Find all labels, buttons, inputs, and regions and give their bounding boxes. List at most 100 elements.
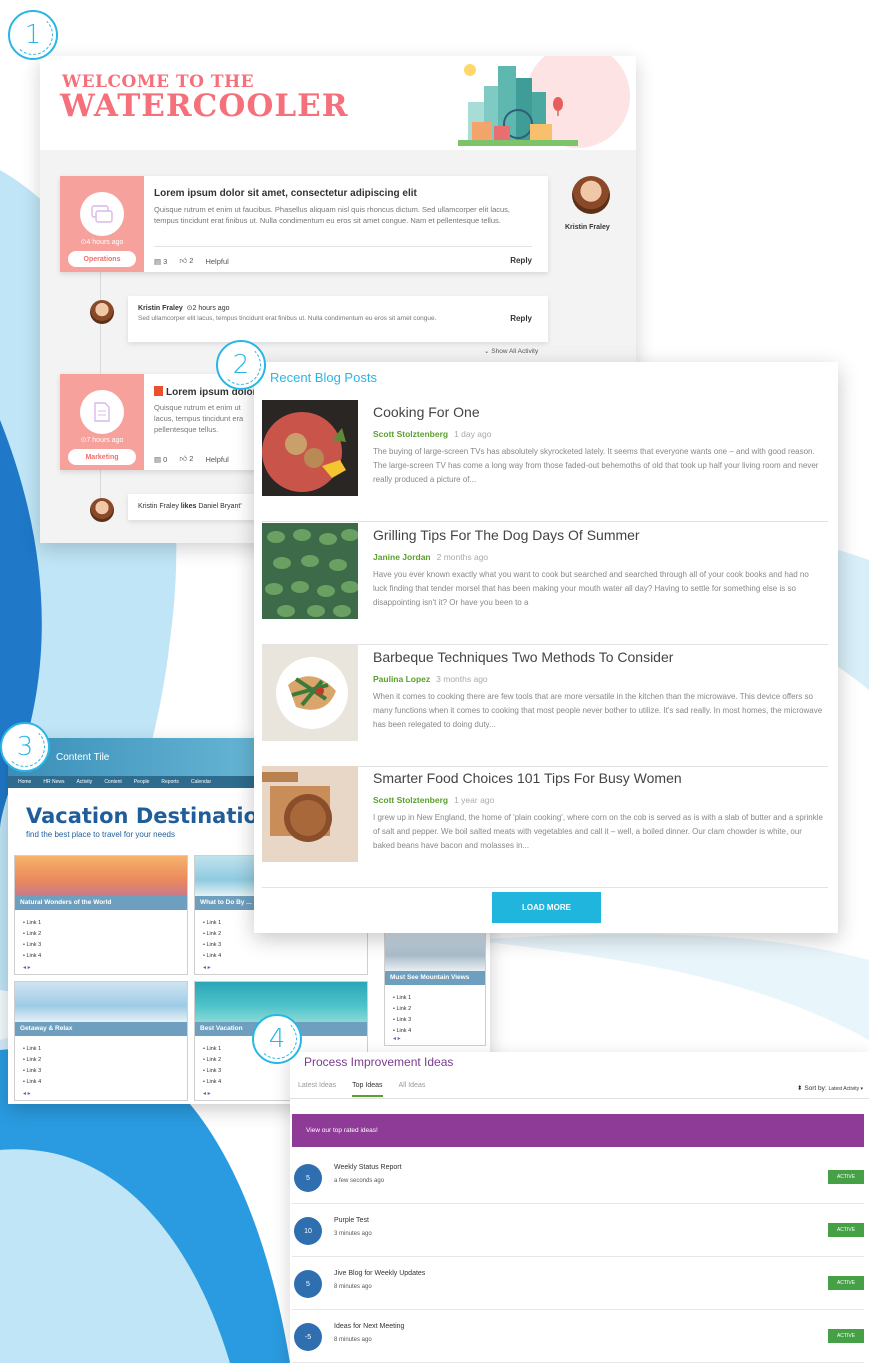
blog-thumbnail[interactable] — [262, 645, 358, 741]
nav-hr-news[interactable]: HR News — [43, 779, 64, 785]
activity-verb: likes — [180, 503, 197, 510]
pdf-icon — [154, 386, 163, 396]
reply-button[interactable]: Reply — [510, 256, 532, 265]
author-name[interactable]: Kristin Fraley — [565, 224, 610, 231]
tile-caption[interactable]: Must See Mountain Views — [385, 971, 485, 985]
post-card[interactable]: ⊙4 hours ago Operations Lorem ipsum dolo… — [60, 176, 548, 272]
tile-link[interactable]: Link 1 — [23, 1044, 41, 1055]
idea-row[interactable]: 5 Jive Blog for Weekly Updates 8 minutes… — [292, 1258, 864, 1310]
tile-link[interactable]: Link 2 — [23, 1055, 41, 1066]
avatar[interactable] — [90, 300, 114, 324]
tile-link[interactable]: Link 4 — [23, 951, 41, 962]
activity-target[interactable]: Daniel Bryant' — [198, 503, 241, 510]
tile-link[interactable]: Link 4 — [203, 1077, 221, 1088]
tile-caption[interactable]: Natural Wonders of the World — [15, 896, 187, 910]
destination-tile[interactable]: Must See Mountain Views Link 1 Link 2 Li… — [384, 930, 486, 1046]
tile-link[interactable]: Link 2 — [203, 929, 221, 940]
idea-row[interactable]: -5 Ideas for Next Meeting 8 minutes ago … — [292, 1311, 864, 1363]
helpful-button[interactable]: Helpful — [205, 257, 228, 266]
blog-author[interactable]: Janine Jordan — [373, 552, 431, 562]
avatar[interactable] — [572, 176, 610, 214]
nav-calendar[interactable]: Calendar — [191, 779, 211, 785]
tile-link[interactable]: Link 2 — [393, 1004, 411, 1015]
blog-title[interactable]: Cooking For One — [373, 404, 480, 420]
tile-link[interactable]: Link 1 — [203, 1044, 221, 1055]
tile-link[interactable]: Link 4 — [23, 1077, 41, 1088]
blog-post[interactable]: Barbeque Techniques Two Methods To Consi… — [262, 645, 828, 767]
vote-score[interactable]: 5 — [294, 1270, 322, 1298]
carousel-arrows[interactable]: ◂ ▸ — [203, 1090, 211, 1097]
nav-reports[interactable]: Reports — [161, 779, 179, 785]
carousel-arrows[interactable]: ◂ ▸ — [23, 964, 31, 971]
tile-link[interactable]: Link 1 — [393, 993, 411, 1004]
blog-excerpt: I grew up in New England, the home of 'p… — [373, 813, 823, 850]
load-more-button[interactable]: LOAD MORE — [492, 892, 601, 923]
promo-banner[interactable]: View our top rated ideas! — [292, 1114, 864, 1147]
nav-activity[interactable]: Activity — [76, 779, 92, 785]
tab-all-ideas[interactable]: All Ideas — [399, 1082, 426, 1097]
idea-row[interactable]: 5 Weekly Status Report a few seconds ago… — [292, 1152, 864, 1204]
blog-title[interactable]: Smarter Food Choices 101 Tips For Busy W… — [373, 770, 682, 786]
tile-link[interactable]: Link 3 — [23, 1066, 41, 1077]
carousel-arrows[interactable]: ◂ ▸ — [23, 1090, 31, 1097]
sort-by-dropdown[interactable]: ⬍ Sort by: Latest Activity ▾ — [797, 1084, 863, 1092]
blog-title[interactable]: Barbeque Techniques Two Methods To Consi… — [373, 649, 673, 665]
category-tag[interactable]: Operations — [68, 251, 136, 267]
comment-card[interactable]: Kristin Fraley ⊙2 hours ago Sed ullamcor… — [128, 296, 548, 342]
post-card[interactable]: ⊙7 hours ago Marketing Lorem ipsum dolor… — [60, 374, 260, 470]
helpful-button[interactable]: Helpful — [205, 455, 228, 464]
show-all-activity-link[interactable]: ⌄ Show All Activity — [484, 347, 538, 355]
tile-link[interactable]: Link 3 — [23, 940, 41, 951]
idea-title[interactable]: Purple Test — [334, 1217, 369, 1224]
blog-post[interactable]: Grilling Tips For The Dog Days Of Summer… — [262, 523, 828, 645]
blog-author[interactable]: Scott Stolztenberg — [373, 795, 448, 805]
nav-home[interactable]: Home — [18, 779, 31, 785]
reply-button[interactable]: Reply — [510, 314, 532, 323]
blog-post[interactable]: Smarter Food Choices 101 Tips For Busy W… — [262, 766, 828, 888]
tile-link[interactable]: Link 4 — [203, 951, 221, 962]
carousel-arrows[interactable]: ◂ ▸ — [393, 1035, 401, 1042]
tile-link[interactable]: Link 3 — [203, 1066, 221, 1077]
blog-title[interactable]: Grilling Tips For The Dog Days Of Summer — [373, 527, 640, 543]
tile-link[interactable]: Link 3 — [393, 1015, 411, 1026]
tile-link[interactable]: Link 1 — [23, 918, 41, 929]
comment-count[interactable]: ▤ 3 — [154, 257, 167, 266]
vote-score[interactable]: 10 — [294, 1217, 322, 1245]
like-count[interactable]: 👍︎ 2 — [179, 454, 193, 464]
tile-link[interactable]: Link 2 — [23, 929, 41, 940]
blog-thumbnail[interactable] — [262, 400, 358, 496]
tile-link[interactable]: Link 1 — [203, 918, 221, 929]
vote-score[interactable]: 5 — [294, 1164, 322, 1192]
destination-tile[interactable]: Natural Wonders of the World Link 1 Link… — [14, 855, 188, 975]
blog-byline: Scott Stolztenberg 1 day ago — [373, 429, 491, 439]
nav-content[interactable]: Content — [104, 779, 122, 785]
blog-thumbnail[interactable] — [262, 766, 358, 862]
category-tag[interactable]: Marketing — [68, 449, 136, 465]
idea-title[interactable]: Weekly Status Report — [334, 1164, 402, 1171]
comment-count[interactable]: ▤ 0 — [154, 455, 167, 464]
carousel-arrows[interactable]: ◂ ▸ — [203, 964, 211, 971]
comment-author-name[interactable]: Kristin Fraley — [138, 305, 183, 312]
blog-thumbnail[interactable] — [262, 523, 358, 619]
tile-caption[interactable]: Getaway & Relax — [15, 1022, 187, 1036]
blog-age: 1 day ago — [454, 429, 492, 439]
watercooler-header: WELCOME TO THE WATERCOOLER — [40, 56, 636, 150]
blog-author[interactable]: Scott Stolztenberg — [373, 429, 448, 439]
idea-row[interactable]: 10 Purple Test 3 minutes ago ACTIVE — [292, 1205, 864, 1257]
idea-title[interactable]: Ideas for Next Meeting — [334, 1323, 404, 1330]
blog-author[interactable]: Paulina Lopez — [373, 674, 430, 684]
tab-latest-ideas[interactable]: Latest Ideas — [298, 1082, 336, 1097]
tile-link[interactable]: Link 3 — [203, 940, 221, 951]
activity-user[interactable]: Kristin Fraley — [138, 503, 179, 510]
idea-age: a few seconds ago — [334, 1178, 385, 1184]
tile-link[interactable]: Link 2 — [203, 1055, 221, 1066]
idea-title[interactable]: Jive Blog for Weekly Updates — [334, 1270, 425, 1277]
avatar[interactable] — [90, 498, 114, 522]
like-count[interactable]: 👍︎ 2 — [179, 256, 193, 266]
nav-people[interactable]: People — [134, 779, 150, 785]
vote-score[interactable]: -5 — [294, 1323, 322, 1351]
blog-post[interactable]: Cooking For One Scott Stolztenberg 1 day … — [262, 400, 828, 522]
post-title[interactable]: Lorem ipsum dolor sit amet, consectetur … — [154, 188, 417, 199]
destination-tile[interactable]: Getaway & Relax Link 1 Link 2 Link 3 Lin… — [14, 981, 188, 1101]
tab-top-ideas[interactable]: Top Ideas — [352, 1082, 383, 1097]
